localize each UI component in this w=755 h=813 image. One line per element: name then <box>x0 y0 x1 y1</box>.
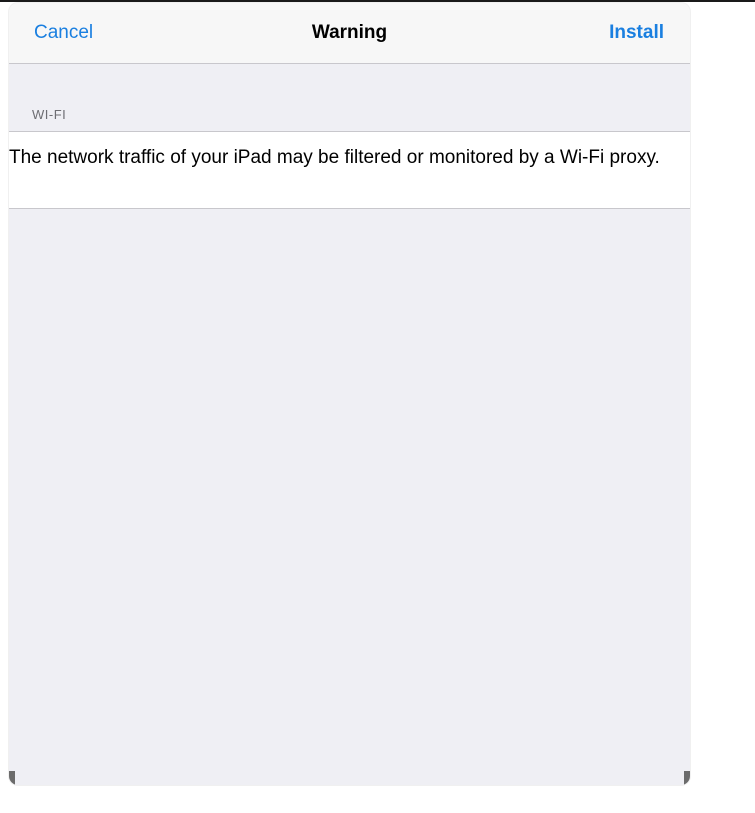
warning-message-text: The network traffic of your iPad may be … <box>9 147 660 168</box>
sheet-corner-right <box>684 771 690 785</box>
section-header-wifi: WI-FI <box>32 107 67 122</box>
install-button[interactable]: Install <box>609 22 664 44</box>
top-divider <box>0 0 755 2</box>
warning-message-cell: The network traffic of your iPad may be … <box>9 131 690 209</box>
page-title: Warning <box>311 22 388 43</box>
navigation-bar: Cancel Warning Install <box>9 3 690 64</box>
warning-sheet: Cancel Warning Install WI-FI The network… <box>9 3 690 785</box>
sheet-corner-left <box>9 771 15 785</box>
